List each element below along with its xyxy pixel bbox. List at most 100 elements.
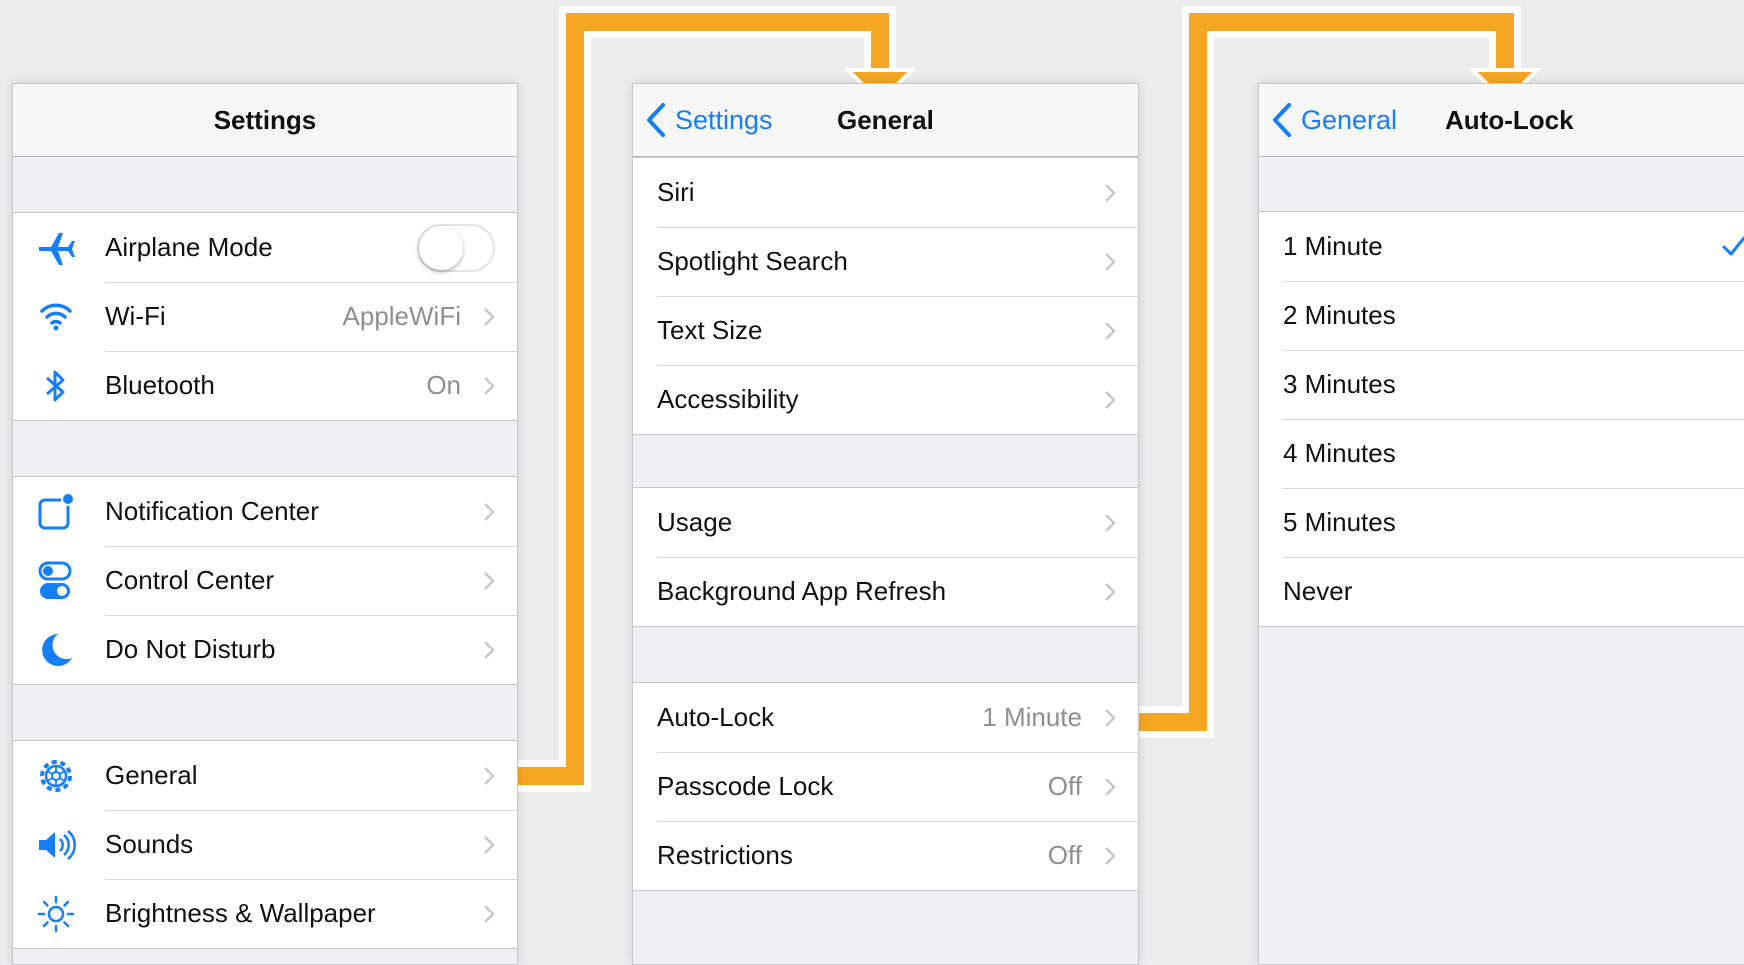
auto-lock-options: 1 Minute 2 Minutes 3 Minutes 4 Minutes 5… — [1259, 211, 1744, 627]
airplane-icon — [35, 227, 77, 269]
wifi-value: AppleWiFi — [342, 301, 461, 331]
airplane-mode-toggle[interactable] — [417, 224, 495, 272]
settings-navbar: Settings — [13, 84, 517, 157]
settings-row-label: Control Center — [105, 565, 275, 595]
chevron-right-icon — [483, 307, 495, 327]
general-row-background-app-refresh[interactable]: Background App Refresh — [633, 557, 1138, 626]
general-row-siri[interactable]: Siri — [633, 158, 1138, 227]
back-button-settings[interactable]: Settings — [645, 84, 773, 156]
general-row-label: Siri — [657, 177, 695, 207]
general-group-usage: Usage Background App Refresh — [633, 487, 1138, 627]
settings-row-label: Bluetooth — [105, 370, 215, 400]
auto-lock-option-label: 4 Minutes — [1283, 438, 1396, 468]
chevron-right-icon — [483, 640, 495, 660]
auto-lock-option-label: Never — [1283, 576, 1353, 606]
settings-row-do-not-disturb[interactable]: Do Not Disturb — [13, 615, 517, 684]
gear-icon — [35, 755, 77, 797]
chevron-right-icon — [1104, 582, 1116, 602]
chevron-right-icon — [483, 502, 495, 522]
chevron-right-icon — [1104, 777, 1116, 797]
auto-lock-option-label: 5 Minutes — [1283, 507, 1396, 537]
auto-lock-title: Auto-Lock — [1445, 105, 1574, 135]
speaker-icon — [35, 824, 77, 866]
settings-row-label: Wi-Fi — [105, 301, 166, 331]
chevron-right-icon — [483, 835, 495, 855]
back-label: General — [1301, 104, 1398, 135]
checkmark-icon — [1721, 234, 1744, 258]
chevron-right-icon — [483, 376, 495, 396]
auto-lock-navbar: General Auto-Lock — [1259, 84, 1744, 157]
back-button-general[interactable]: General — [1271, 84, 1397, 156]
general-row-auto-lock[interactable]: Auto-Lock 1 Minute — [633, 683, 1138, 752]
general-row-label: Background App Refresh — [657, 576, 947, 606]
chevron-right-icon — [1104, 708, 1116, 728]
auto-lock-option[interactable]: 3 Minutes — [1259, 350, 1744, 419]
chevron-right-icon — [1104, 846, 1116, 866]
chevron-right-icon — [483, 571, 495, 591]
general-row-label: Spotlight Search — [657, 246, 848, 276]
settings-row-label: General — [105, 760, 198, 790]
wifi-icon — [35, 296, 77, 338]
settings-row-bluetooth[interactable]: Bluetooth On — [13, 351, 517, 420]
back-label: Settings — [675, 104, 773, 135]
auto-lock-option[interactable]: Never — [1259, 557, 1744, 626]
general-row-label: Restrictions — [657, 840, 793, 870]
brightness-icon — [35, 893, 77, 935]
toggle-knob — [419, 226, 463, 270]
settings-row-label: Sounds — [105, 829, 194, 859]
chevron-right-icon — [1104, 321, 1116, 341]
general-row-label: Text Size — [657, 315, 763, 345]
settings-panel: Settings Airplane Mode Wi-Fi AppleWiFi B… — [12, 83, 518, 965]
settings-group-connectivity: Airplane Mode Wi-Fi AppleWiFi Bluetooth … — [13, 212, 517, 421]
notification-center-icon — [35, 491, 77, 533]
settings-row-control-center[interactable]: Control Center — [13, 546, 517, 615]
general-title: General — [837, 105, 934, 135]
chevron-left-icon — [1273, 103, 1291, 137]
chevron-right-icon — [1104, 390, 1116, 410]
auto-lock-value: 1 Minute — [982, 702, 1082, 732]
chevron-right-icon — [1104, 183, 1116, 203]
general-row-restrictions[interactable]: Restrictions Off — [633, 821, 1138, 890]
settings-row-notification-center[interactable]: Notification Center — [13, 477, 517, 546]
chevron-right-icon — [483, 904, 495, 924]
general-row-usage[interactable]: Usage — [633, 488, 1138, 557]
settings-row-general[interactable]: General — [13, 741, 517, 810]
settings-row-airplane-mode[interactable]: Airplane Mode — [13, 213, 517, 282]
settings-row-label: Brightness & Wallpaper — [105, 898, 376, 928]
auto-lock-option-label: 3 Minutes — [1283, 369, 1396, 399]
general-navbar: Settings General — [633, 84, 1138, 157]
general-row-label: Auto-Lock — [657, 702, 775, 732]
general-group-security: Auto-Lock 1 Minute Passcode Lock Off Res… — [633, 682, 1138, 891]
general-row-text-size[interactable]: Text Size — [633, 296, 1138, 365]
general-row-accessibility[interactable]: Accessibility — [633, 365, 1138, 434]
settings-row-label: Do Not Disturb — [105, 634, 276, 664]
bluetooth-value: On — [426, 370, 461, 400]
settings-row-brightness-wallpaper[interactable]: Brightness & Wallpaper — [13, 879, 517, 948]
general-row-label: Usage — [657, 507, 733, 537]
restrictions-value: Off — [1047, 840, 1082, 870]
settings-group-device: General Sounds Brightness & Wallpaper — [13, 740, 517, 949]
settings-row-sounds[interactable]: Sounds — [13, 810, 517, 879]
chevron-left-icon — [647, 103, 665, 137]
general-panel: Settings General Siri Spotlight Search T… — [632, 83, 1139, 965]
auto-lock-option-label: 1 Minute — [1283, 231, 1383, 261]
auto-lock-option[interactable]: 2 Minutes — [1259, 281, 1744, 350]
settings-group-system: Notification Center Control Center Do No… — [13, 476, 517, 685]
bluetooth-icon — [35, 365, 77, 407]
general-row-label: Accessibility — [657, 384, 799, 414]
auto-lock-option[interactable]: 4 Minutes — [1259, 419, 1744, 488]
auto-lock-option-label: 2 Minutes — [1283, 300, 1396, 330]
general-row-passcode-lock[interactable]: Passcode Lock Off — [633, 752, 1138, 821]
chevron-right-icon — [483, 766, 495, 786]
settings-row-label: Airplane Mode — [105, 232, 273, 262]
auto-lock-option[interactable]: 5 Minutes — [1259, 488, 1744, 557]
chevron-right-icon — [1104, 252, 1116, 272]
auto-lock-panel: General Auto-Lock 1 Minute 2 Minutes 3 M… — [1258, 83, 1744, 965]
general-row-spotlight-search[interactable]: Spotlight Search — [633, 227, 1138, 296]
settings-row-label: Notification Center — [105, 496, 319, 526]
control-center-icon — [35, 560, 77, 602]
auto-lock-option[interactable]: 1 Minute — [1259, 212, 1744, 281]
general-group-search: Siri Spotlight Search Text Size Accessib… — [633, 157, 1138, 435]
passcode-lock-value: Off — [1047, 771, 1082, 801]
settings-row-wifi[interactable]: Wi-Fi AppleWiFi — [13, 282, 517, 351]
